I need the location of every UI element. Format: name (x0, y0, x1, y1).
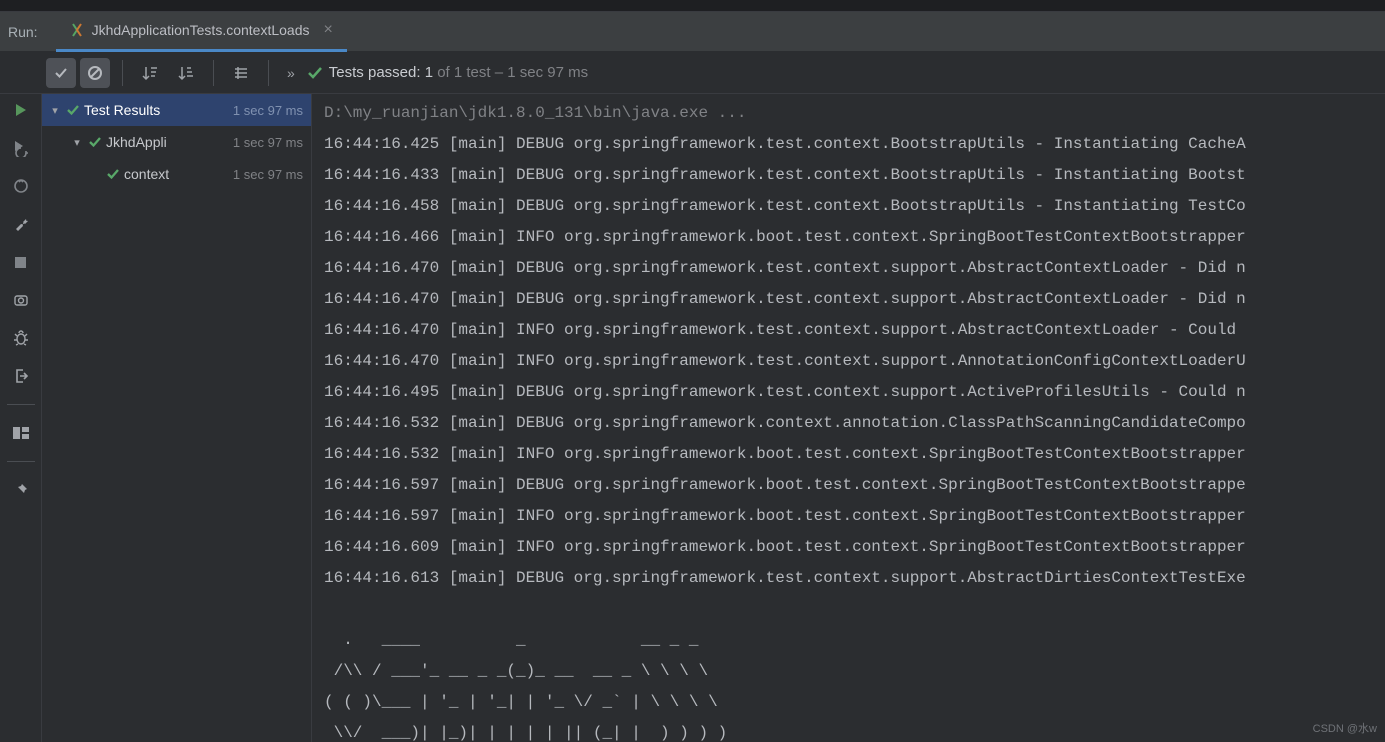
test-status: Tests passed: 1 of 1 test – 1 sec 97 ms (307, 64, 588, 81)
title-bar-stub (0, 0, 1385, 12)
run-label: Run: (8, 24, 38, 40)
tree-method-label: context (124, 166, 169, 182)
check-icon (66, 103, 80, 117)
chevron-down-icon[interactable]: ▾ (48, 104, 62, 117)
status-prefix: Tests passed: (329, 64, 425, 81)
passed-count: 1 (425, 64, 433, 81)
stop-button[interactable] (9, 250, 33, 274)
console-command: D:\my_ruanjian\jdk1.8.0_131\bin\java.exe… (324, 104, 746, 122)
ascii-art-line: \\/ ___)| |_)| | | | | || (_| | ) ) ) ) (324, 724, 727, 742)
console-line: 16:44:16.609 [main] INFO org.springframe… (324, 538, 1246, 556)
tree-method-time: 1 sec 97 ms (233, 167, 311, 182)
ascii-art-line: . ____ _ __ _ _ (324, 631, 698, 649)
ascii-art-line: /\\ / ___'_ __ _ _(_)_ __ __ _ \ \ \ \ (324, 662, 708, 680)
console-output[interactable]: D:\my_ruanjian\jdk1.8.0_131\bin\java.exe… (312, 94, 1385, 742)
console-line: 16:44:16.470 [main] DEBUG org.springfram… (324, 259, 1246, 277)
pin-icon[interactable] (9, 478, 33, 502)
separator (213, 60, 214, 86)
console-line: 16:44:16.613 [main] DEBUG org.springfram… (324, 569, 1246, 587)
run-config-tab[interactable]: JkhdApplicationTests.contextLoads × (56, 12, 347, 52)
chevron-down-icon[interactable]: ▾ (70, 136, 84, 149)
tree-class-label: JkhdAppli (106, 134, 167, 150)
console-line: 16:44:16.425 [main] DEBUG org.springfram… (324, 135, 1246, 153)
left-gutter (0, 94, 42, 742)
run-config-icon (70, 23, 84, 37)
sort-duration-button[interactable] (171, 58, 201, 88)
console-line: 16:44:16.495 [main] DEBUG org.springfram… (324, 383, 1246, 401)
console-line: 16:44:16.470 [main] DEBUG org.springfram… (324, 290, 1246, 308)
separator (122, 60, 123, 86)
overflow-chevron[interactable]: » (287, 65, 295, 81)
test-toolbar: » Tests passed: 1 of 1 test – 1 sec 97 m… (0, 52, 1385, 94)
console-line: 16:44:16.466 [main] INFO org.springframe… (324, 228, 1246, 246)
run-tab-bar: Run: JkhdApplicationTests.contextLoads × (0, 12, 1385, 52)
layout-button[interactable] (9, 421, 33, 445)
rerun-failed-button[interactable] (9, 136, 33, 160)
exit-icon[interactable] (9, 364, 33, 388)
tree-root-label: Test Results (84, 102, 160, 118)
tree-root-time: 1 sec 97 ms (233, 103, 311, 118)
watermark: CSDN @水w (1313, 720, 1377, 736)
run-config-title: JkhdApplicationTests.contextLoads (92, 22, 310, 38)
console-line: 16:44:16.470 [main] INFO org.springframe… (324, 321, 1246, 339)
ascii-art-line: ( ( )\___ | '_ | '_| | '_ \/ _` | \ \ \ … (324, 693, 718, 711)
console-line: 16:44:16.470 [main] INFO org.springframe… (324, 352, 1246, 370)
wrench-icon[interactable] (9, 212, 33, 236)
close-icon[interactable]: × (324, 21, 333, 39)
tree-node-method[interactable]: context 1 sec 97 ms (42, 158, 311, 190)
console-line: 16:44:16.433 [main] DEBUG org.springfram… (324, 166, 1246, 184)
expand-all-button[interactable] (226, 58, 256, 88)
tree-root[interactable]: ▾ Test Results 1 sec 97 ms (42, 94, 311, 126)
check-icon (88, 135, 102, 149)
sort-alpha-button[interactable] (135, 58, 165, 88)
rerun-button[interactable] (9, 98, 33, 122)
console-line: 16:44:16.597 [main] DEBUG org.springfram… (324, 476, 1246, 494)
separator (268, 60, 269, 86)
check-icon (106, 167, 120, 181)
console-line: 16:44:16.532 [main] INFO org.springframe… (324, 445, 1246, 463)
bug-icon[interactable] (9, 326, 33, 350)
tree-node-class[interactable]: ▾ JkhdAppli 1 sec 97 ms (42, 126, 311, 158)
dump-threads-button[interactable] (9, 288, 33, 312)
status-suffix: of 1 test – 1 sec 97 ms (433, 64, 588, 81)
check-icon (307, 65, 323, 81)
console-line: 16:44:16.532 [main] DEBUG org.springfram… (324, 414, 1246, 432)
tree-class-time: 1 sec 97 ms (233, 135, 311, 150)
show-passed-toggle[interactable] (46, 58, 76, 88)
console-line: 16:44:16.597 [main] INFO org.springframe… (324, 507, 1246, 525)
toggle-auto-test-button[interactable] (9, 174, 33, 198)
console-line: 16:44:16.458 [main] DEBUG org.springfram… (324, 197, 1246, 215)
test-tree[interactable]: ▾ Test Results 1 sec 97 ms ▾ JkhdAppli 1… (42, 94, 312, 742)
show-ignored-toggle[interactable] (80, 58, 110, 88)
